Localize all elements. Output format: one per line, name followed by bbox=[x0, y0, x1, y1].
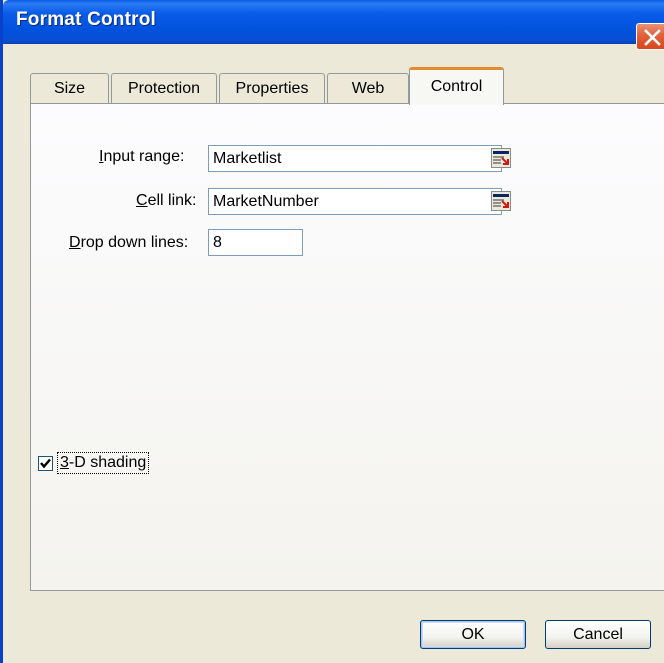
tab-size[interactable]: Size bbox=[30, 73, 109, 104]
close-icon bbox=[644, 29, 661, 46]
tab-properties[interactable]: Properties bbox=[219, 73, 325, 104]
ok-button[interactable]: OK bbox=[420, 620, 526, 649]
shading-label[interactable]: 3-D shading bbox=[57, 452, 150, 474]
drop-down-lines-label: Drop down lines: bbox=[69, 234, 189, 251]
cell-link-field[interactable]: MarketNumber bbox=[208, 188, 502, 215]
drop-down-lines-field[interactable]: 8 bbox=[208, 229, 303, 256]
tab-label: Protection bbox=[127, 80, 201, 97]
tab-label: Properties bbox=[235, 80, 309, 97]
cell-link-label: Cell link: bbox=[136, 192, 197, 209]
input-range-label: Input range: bbox=[99, 148, 185, 165]
collapse-dialog-icon[interactable] bbox=[491, 191, 511, 211]
dialog-title: Format Control bbox=[16, 9, 157, 30]
input-range-value: Marketlist bbox=[213, 150, 282, 167]
tab-protection[interactable]: Protection bbox=[111, 73, 217, 104]
tab-label: Size bbox=[53, 80, 86, 97]
cancel-button[interactable]: Cancel bbox=[545, 620, 651, 649]
close-button[interactable] bbox=[636, 23, 664, 50]
tab-label: Web bbox=[351, 80, 385, 97]
collapse-dialog-icon[interactable] bbox=[491, 148, 511, 168]
drop-down-lines-value: 8 bbox=[213, 234, 222, 251]
shading-checkbox[interactable] bbox=[38, 456, 53, 471]
input-range-field[interactable]: Marketlist bbox=[208, 145, 502, 172]
control-tab-panel bbox=[30, 103, 664, 591]
tab-label: Control bbox=[430, 78, 483, 95]
ok-button-label: OK bbox=[461, 626, 485, 643]
title-bar[interactable]: Format Control bbox=[3, 0, 664, 44]
format-control-dialog: Format Control Size Protection Propertie… bbox=[0, 0, 664, 663]
tab-web[interactable]: Web bbox=[327, 73, 409, 104]
cancel-button-label: Cancel bbox=[573, 626, 623, 643]
tab-control[interactable]: Control bbox=[409, 67, 504, 105]
cell-link-value: MarketNumber bbox=[213, 193, 319, 210]
checkmark-icon bbox=[40, 458, 51, 469]
